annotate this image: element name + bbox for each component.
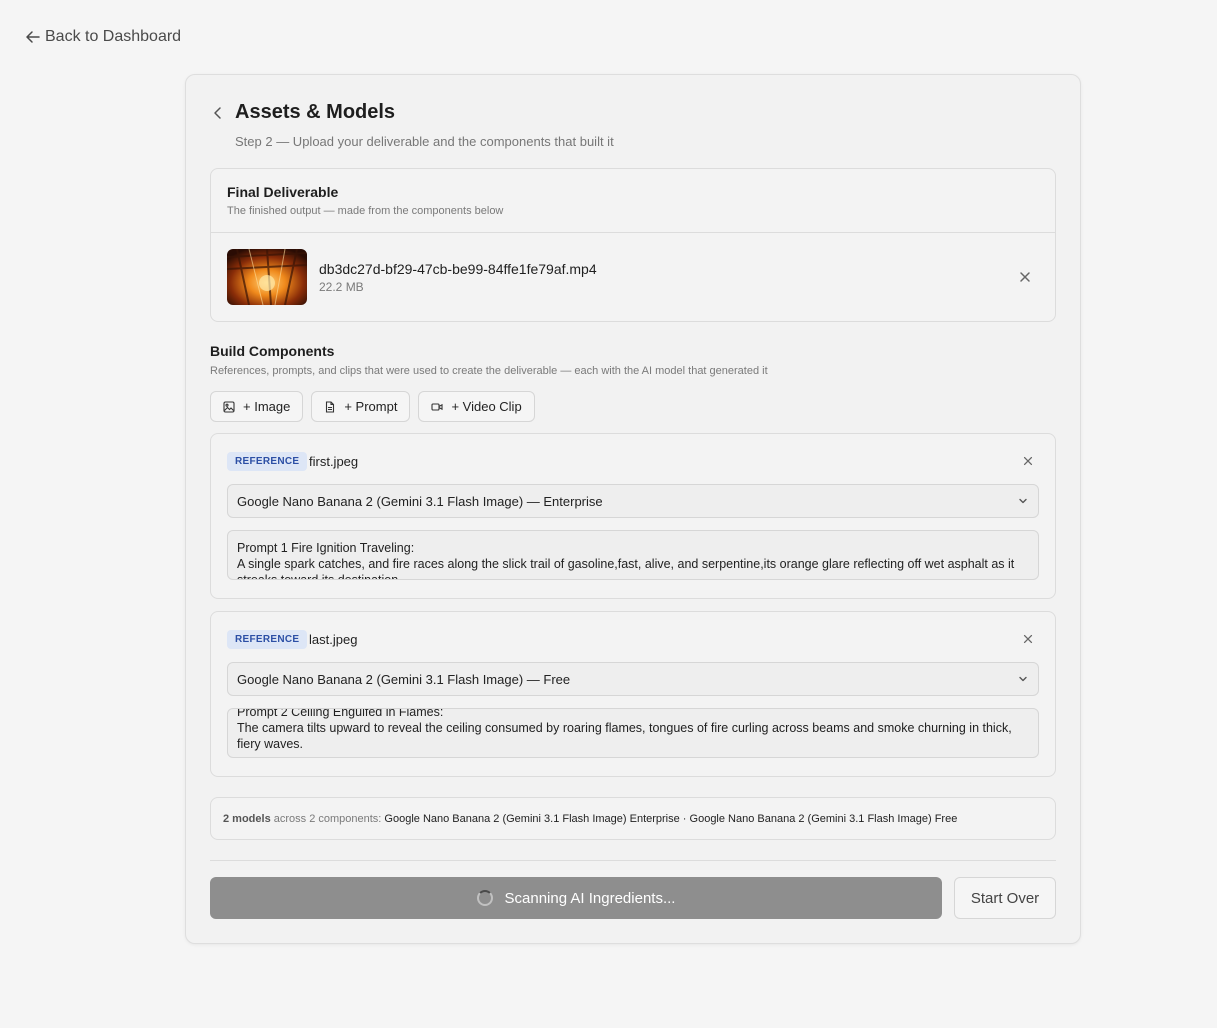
build-components-title: Build Components <box>210 343 335 359</box>
back-to-dashboard-link[interactable]: Back to Dashboard <box>25 28 181 46</box>
divider <box>210 860 1056 861</box>
models-summary: 2 models across 2 components: Google Nan… <box>210 797 1056 840</box>
deliverable-title: Final Deliverable <box>227 184 339 200</box>
back-to-dashboard-label: Back to Dashboard <box>45 28 182 45</box>
component-card: REFERENCE last.jpeg Google Nano Banana 2… <box>210 611 1056 777</box>
chevron-left-icon[interactable] <box>211 106 225 120</box>
assets-models-panel: Assets & Models Step 2 — Upload your del… <box>185 74 1081 944</box>
scan-button-label: Scanning AI Ingredients... <box>504 889 676 907</box>
video-thumbnail <box>227 249 307 305</box>
document-icon <box>324 400 336 413</box>
chevron-down-icon <box>1017 673 1029 685</box>
component-file-name: last.jpeg <box>309 632 358 647</box>
add-prompt-label: + Prompt <box>344 399 398 414</box>
model-select-value: Google Nano Banana 2 (Gemini 3.1 Flash I… <box>237 493 603 509</box>
reference-badge: REFERENCE <box>227 630 308 649</box>
add-component-buttons: + Image + Prompt + Video Clip <box>210 391 535 422</box>
video-icon <box>431 401 444 413</box>
start-over-button[interactable]: Start Over <box>954 877 1056 919</box>
add-video-clip-label: + Video Clip <box>451 399 522 414</box>
model-select[interactable]: Google Nano Banana 2 (Gemini 3.1 Flash I… <box>227 484 1039 518</box>
deliverable-file-name: db3dc27d-bf29-47cb-be99-84ffe1fe79af.mp4 <box>319 261 597 277</box>
panel-header: Assets & Models Step 2 — Upload your del… <box>211 101 614 149</box>
remove-component-close-icon[interactable] <box>1022 454 1034 466</box>
arrow-left-icon <box>25 29 41 45</box>
add-prompt-button[interactable]: + Prompt <box>311 391 411 422</box>
model-select[interactable]: Google Nano Banana 2 (Gemini 3.1 Flash I… <box>227 662 1039 696</box>
deliverable-file-size: 22.2 MB <box>319 280 364 294</box>
add-video-clip-button[interactable]: + Video Clip <box>418 391 535 422</box>
prompt-body: The camera tilts upward to reveal the ce… <box>237 721 1012 751</box>
remove-component-close-icon[interactable] <box>1022 632 1034 644</box>
build-components-subtitle: References, prompts, and clips that were… <box>210 365 768 377</box>
prompt-textarea[interactable]: Prompt 1 Fire Ignition Traveling: A sing… <box>227 530 1039 580</box>
component-file-name: first.jpeg <box>309 454 359 469</box>
chevron-down-icon <box>1017 495 1029 507</box>
page-title: Assets & Models <box>235 101 396 123</box>
remove-deliverable-close-icon[interactable] <box>1018 270 1032 284</box>
component-card: REFERENCE first.jpeg Google Nano Banana … <box>210 433 1056 599</box>
prompt-title: Prompt 2 Ceiling Engulfed in Flames: <box>237 708 444 719</box>
loading-spinner-icon <box>476 890 493 906</box>
page-subtitle: Step 2 — Upload your deliverable and the… <box>235 134 614 149</box>
summary-middle-text: across 2 components: <box>270 812 385 825</box>
image-icon <box>223 400 235 413</box>
summary-model-list: Google Nano Banana 2 (Gemini 3.1 Flash I… <box>384 812 958 825</box>
summary-model-count: 2 models <box>223 812 271 825</box>
prompt-textarea[interactable]: Prompt 2 Ceiling Engulfed in Flames: The… <box>227 708 1039 758</box>
model-select-value: Google Nano Banana 2 (Gemini 3.1 Flash I… <box>237 671 571 687</box>
deliverable-subtitle: The finished output — made from the comp… <box>227 205 504 217</box>
final-deliverable-card: Final Deliverable The finished output — … <box>210 168 1056 322</box>
deliverable-file-row: db3dc27d-bf29-47cb-be99-84ffe1fe79af.mp4… <box>211 233 1055 321</box>
reference-badge: REFERENCE <box>227 452 308 471</box>
prompt-title: Prompt 1 Fire Ignition Traveling: <box>237 541 415 555</box>
prompt-body: A single spark catches, and fire races a… <box>237 557 1015 580</box>
add-image-button[interactable]: + Image <box>210 391 304 422</box>
scan-ai-ingredients-button[interactable]: Scanning AI Ingredients... <box>210 877 942 919</box>
add-image-label: + Image <box>243 399 291 414</box>
